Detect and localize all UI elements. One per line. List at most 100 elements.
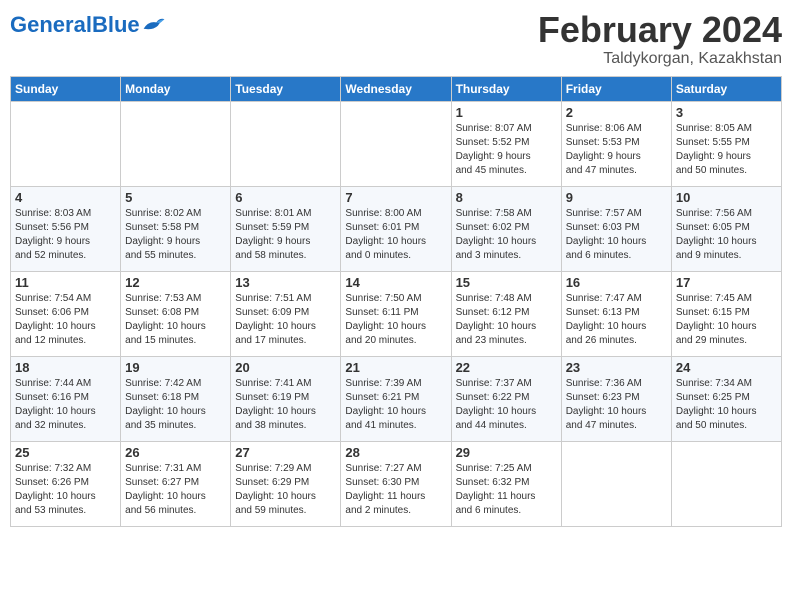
day-cell: 8 Sunrise: 7:58 AM Sunset: 6:02 PM Daylig… [451, 186, 561, 271]
day-info: Sunrise: 7:25 AM Sunset: 6:32 PM Dayligh… [456, 462, 557, 518]
day-info: Sunrise: 7:51 AM Sunset: 6:09 PM Dayligh… [235, 292, 336, 348]
day-number: 24 [676, 360, 777, 375]
day-number: 27 [235, 445, 336, 460]
day-info: Sunrise: 7:34 AM Sunset: 6:25 PM Dayligh… [676, 377, 777, 433]
day-info: Sunrise: 7:58 AM Sunset: 6:02 PM Dayligh… [456, 207, 557, 263]
day-number: 23 [566, 360, 667, 375]
day-number: 13 [235, 275, 336, 290]
day-info: Sunrise: 7:54 AM Sunset: 6:06 PM Dayligh… [15, 292, 116, 348]
title-block: February 2024 Taldykorgan, Kazakhstan [538, 10, 782, 68]
day-number: 9 [566, 190, 667, 205]
calendar-table: SundayMondayTuesdayWednesdayThursdayFrid… [10, 76, 782, 527]
day-cell: 29 Sunrise: 7:25 AM Sunset: 6:32 PM Dayli… [451, 441, 561, 526]
day-cell [561, 441, 671, 526]
day-cell: 17Sunrise: 7:45 AM Sunset: 6:15 PM Dayli… [671, 271, 781, 356]
day-cell: 1Sunrise: 8:07 AM Sunset: 5:52 PM Daylig… [451, 101, 561, 186]
day-info: Sunrise: 7:48 AM Sunset: 6:12 PM Dayligh… [456, 292, 557, 348]
logo-bird-icon [142, 14, 166, 34]
day-number: 29 [456, 445, 557, 460]
calendar-body: 1Sunrise: 8:07 AM Sunset: 5:52 PM Daylig… [11, 101, 782, 526]
day-info: Sunrise: 8:02 AM Sunset: 5:58 PM Dayligh… [125, 207, 226, 263]
day-info: Sunrise: 8:01 AM Sunset: 5:59 PM Dayligh… [235, 207, 336, 263]
header-cell-sunday: Sunday [11, 76, 121, 101]
day-cell: 6 Sunrise: 8:01 AM Sunset: 5:59 PM Daylig… [231, 186, 341, 271]
week-row: 1Sunrise: 8:07 AM Sunset: 5:52 PM Daylig… [11, 101, 782, 186]
header-cell-monday: Monday [121, 76, 231, 101]
day-cell: 4 Sunrise: 8:03 AM Sunset: 5:56 PM Daylig… [11, 186, 121, 271]
day-info: Sunrise: 7:42 AM Sunset: 6:18 PM Dayligh… [125, 377, 226, 433]
logo: GeneralBlue [10, 14, 166, 36]
day-number: 17 [676, 275, 777, 290]
day-info: Sunrise: 7:29 AM Sunset: 6:29 PM Dayligh… [235, 462, 336, 518]
day-cell: 13 Sunrise: 7:51 AM Sunset: 6:09 PM Dayli… [231, 271, 341, 356]
day-number: 22 [456, 360, 557, 375]
day-number: 15 [456, 275, 557, 290]
day-cell [341, 101, 451, 186]
day-number: 8 [456, 190, 557, 205]
week-row: 11 Sunrise: 7:54 AM Sunset: 6:06 PM Dayli… [11, 271, 782, 356]
calendar-header: SundayMondayTuesdayWednesdayThursdayFrid… [11, 76, 782, 101]
day-info: Sunrise: 7:27 AM Sunset: 6:30 PM Dayligh… [345, 462, 446, 518]
day-cell: 28Sunrise: 7:27 AM Sunset: 6:30 PM Dayli… [341, 441, 451, 526]
day-number: 1 [456, 105, 557, 120]
day-info: Sunrise: 7:31 AM Sunset: 6:27 PM Dayligh… [125, 462, 226, 518]
day-number: 3 [676, 105, 777, 120]
day-info: Sunrise: 8:00 AM Sunset: 6:01 PM Dayligh… [345, 207, 446, 263]
day-number: 18 [15, 360, 116, 375]
week-row: 4 Sunrise: 8:03 AM Sunset: 5:56 PM Daylig… [11, 186, 782, 271]
day-cell: 23 Sunrise: 7:36 AM Sunset: 6:23 PM Dayli… [561, 356, 671, 441]
page-header: GeneralBlue February 2024 Taldykorgan, K… [10, 10, 782, 68]
day-number: 21 [345, 360, 446, 375]
day-number: 20 [235, 360, 336, 375]
day-info: Sunrise: 8:03 AM Sunset: 5:56 PM Dayligh… [15, 207, 116, 263]
day-cell: 27 Sunrise: 7:29 AM Sunset: 6:29 PM Dayli… [231, 441, 341, 526]
day-number: 16 [566, 275, 667, 290]
day-cell: 3Sunrise: 8:05 AM Sunset: 5:55 PM Daylig… [671, 101, 781, 186]
header-cell-wednesday: Wednesday [341, 76, 451, 101]
day-info: Sunrise: 7:57 AM Sunset: 6:03 PM Dayligh… [566, 207, 667, 263]
day-cell: 19 Sunrise: 7:42 AM Sunset: 6:18 PM Dayli… [121, 356, 231, 441]
day-info: Sunrise: 7:44 AM Sunset: 6:16 PM Dayligh… [15, 377, 116, 433]
day-cell: 9 Sunrise: 7:57 AM Sunset: 6:03 PM Daylig… [561, 186, 671, 271]
day-number: 4 [15, 190, 116, 205]
day-cell: 5 Sunrise: 8:02 AM Sunset: 5:58 PM Daylig… [121, 186, 231, 271]
day-number: 12 [125, 275, 226, 290]
day-info: Sunrise: 8:06 AM Sunset: 5:53 PM Dayligh… [566, 122, 667, 178]
day-info: Sunrise: 7:50 AM Sunset: 6:11 PM Dayligh… [345, 292, 446, 348]
day-number: 6 [235, 190, 336, 205]
day-cell: 2 Sunrise: 8:06 AM Sunset: 5:53 PM Daylig… [561, 101, 671, 186]
day-cell: 16Sunrise: 7:47 AM Sunset: 6:13 PM Dayli… [561, 271, 671, 356]
day-info: Sunrise: 7:41 AM Sunset: 6:19 PM Dayligh… [235, 377, 336, 433]
day-cell: 11 Sunrise: 7:54 AM Sunset: 6:06 PM Dayli… [11, 271, 121, 356]
day-number: 2 [566, 105, 667, 120]
week-row: 18 Sunrise: 7:44 AM Sunset: 6:16 PM Dayli… [11, 356, 782, 441]
header-row: SundayMondayTuesdayWednesdayThursdayFrid… [11, 76, 782, 101]
day-cell [121, 101, 231, 186]
day-cell: 20 Sunrise: 7:41 AM Sunset: 6:19 PM Dayli… [231, 356, 341, 441]
day-cell [11, 101, 121, 186]
day-cell: 26 Sunrise: 7:31 AM Sunset: 6:27 PM Dayli… [121, 441, 231, 526]
header-cell-saturday: Saturday [671, 76, 781, 101]
day-info: Sunrise: 7:36 AM Sunset: 6:23 PM Dayligh… [566, 377, 667, 433]
logo-blue: Blue [92, 12, 140, 37]
day-cell: 21 Sunrise: 7:39 AM Sunset: 6:21 PM Dayli… [341, 356, 451, 441]
day-number: 5 [125, 190, 226, 205]
day-cell: 15 Sunrise: 7:48 AM Sunset: 6:12 PM Dayli… [451, 271, 561, 356]
day-cell: 22Sunrise: 7:37 AM Sunset: 6:22 PM Dayli… [451, 356, 561, 441]
day-number: 25 [15, 445, 116, 460]
day-number: 26 [125, 445, 226, 460]
day-number: 10 [676, 190, 777, 205]
week-row: 25Sunrise: 7:32 AM Sunset: 6:26 PM Dayli… [11, 441, 782, 526]
day-number: 19 [125, 360, 226, 375]
day-cell: 18 Sunrise: 7:44 AM Sunset: 6:16 PM Dayli… [11, 356, 121, 441]
day-info: Sunrise: 7:56 AM Sunset: 6:05 PM Dayligh… [676, 207, 777, 263]
day-cell: 24 Sunrise: 7:34 AM Sunset: 6:25 PM Dayli… [671, 356, 781, 441]
day-cell: 12 Sunrise: 7:53 AM Sunset: 6:08 PM Dayli… [121, 271, 231, 356]
day-info: Sunrise: 7:53 AM Sunset: 6:08 PM Dayligh… [125, 292, 226, 348]
day-number: 11 [15, 275, 116, 290]
logo-text: GeneralBlue [10, 14, 140, 36]
day-cell [671, 441, 781, 526]
logo-general: General [10, 12, 92, 37]
day-number: 14 [345, 275, 446, 290]
day-info: Sunrise: 7:39 AM Sunset: 6:21 PM Dayligh… [345, 377, 446, 433]
